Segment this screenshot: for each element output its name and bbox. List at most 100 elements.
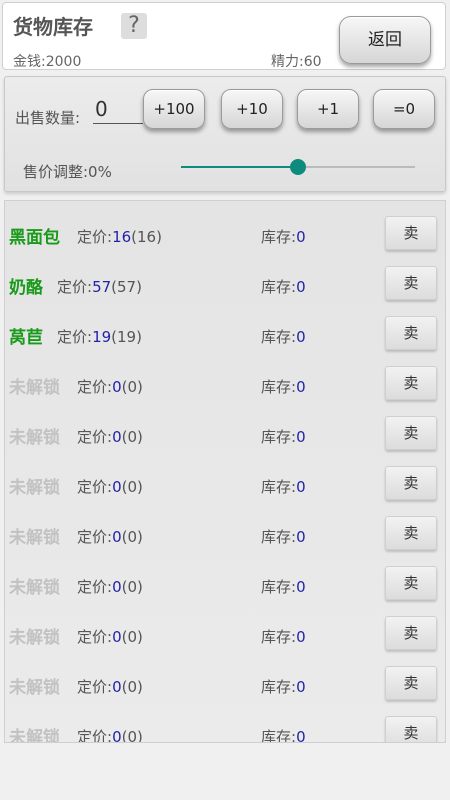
sell-button[interactable]: 卖 xyxy=(385,266,437,300)
list-item: 黑面包 定价:16(16) 库存:0 卖 xyxy=(5,206,445,256)
list-item: 未解锁 定价:0(0) 库存:0 卖 xyxy=(5,556,445,606)
sell-button[interactable]: 卖 xyxy=(385,716,437,742)
base-price-value: 0 xyxy=(127,378,138,396)
price-label: 定价: xyxy=(57,328,93,346)
item-stock: 库存:0 xyxy=(261,576,306,597)
list-item: 莴苣 定价:19(19) 库存:0 卖 xyxy=(5,306,445,356)
item-price: 定价:19(19) xyxy=(57,326,142,347)
item-stock: 库存:0 xyxy=(261,676,306,697)
item-name: 未解锁 xyxy=(9,428,60,448)
price-label: 定价: xyxy=(77,228,113,246)
base-price-value: 0 xyxy=(127,628,138,646)
energy-display: 精力:60 xyxy=(271,54,322,70)
price-value: 19 xyxy=(92,328,112,346)
item-name: 未解锁 xyxy=(9,478,60,498)
price-label: 定价: xyxy=(77,428,113,446)
item-price: 定价:0(0) xyxy=(77,526,143,547)
list-item: 未解锁 定价:0(0) 库存:0 卖 xyxy=(5,706,445,743)
price-value: 57 xyxy=(92,278,112,296)
sell-button[interactable]: 卖 xyxy=(385,466,437,500)
list-item: 未解锁 定价:0(0) 库存:0 卖 xyxy=(5,656,445,706)
base-price-close: ) xyxy=(137,378,143,396)
sell-button[interactable]: 卖 xyxy=(385,516,437,550)
price-label: 定价: xyxy=(77,578,113,596)
add-10-button[interactable]: +10 xyxy=(221,89,283,129)
item-stock: 库存:0 xyxy=(261,426,306,447)
list-item: 未解锁 定价:0(0) 库存:0 卖 xyxy=(5,506,445,556)
stock-label: 库存: xyxy=(261,278,297,296)
stock-value: 0 xyxy=(296,428,306,446)
item-stock: 库存:0 xyxy=(261,726,306,742)
list-item: 未解锁 定价:0(0) 库存:0 卖 xyxy=(5,406,445,456)
item-price: 定价:0(0) xyxy=(77,426,143,447)
sell-button[interactable]: 卖 xyxy=(385,666,437,700)
add-1-button[interactable]: +1 xyxy=(297,89,359,129)
list-item: 未解锁 定价:0(0) 库存:0 卖 xyxy=(5,606,445,656)
base-price-value: 0 xyxy=(127,578,138,596)
stock-label: 库存: xyxy=(261,428,297,446)
base-price-value: 57 xyxy=(117,278,137,296)
item-stock: 库存:0 xyxy=(261,526,306,547)
sell-button[interactable]: 卖 xyxy=(385,416,437,450)
price-value: 0 xyxy=(112,628,122,646)
base-price-close: ) xyxy=(156,228,162,246)
sell-quantity-label: 出售数量: xyxy=(15,109,81,127)
item-name: 未解锁 xyxy=(9,528,60,548)
stock-value: 0 xyxy=(296,478,306,496)
back-button[interactable]: 返回 xyxy=(339,16,431,64)
stock-label: 库存: xyxy=(261,378,297,396)
base-price-value: 19 xyxy=(117,328,137,346)
price-value: 0 xyxy=(112,528,122,546)
price-label: 定价: xyxy=(77,478,113,496)
item-name: 未解锁 xyxy=(9,578,60,598)
base-price-value: 0 xyxy=(127,428,138,446)
header-panel: 货物库存 ? 金钱:2000 精力:60 返回 xyxy=(2,2,446,70)
sell-controls-panel: 出售数量: +100 +10 +1 =0 售价调整:0% xyxy=(4,76,446,192)
slider-thumb[interactable] xyxy=(290,159,306,175)
item-price: 定价:0(0) xyxy=(77,476,143,497)
sell-button[interactable]: 卖 xyxy=(385,366,437,400)
stock-value: 0 xyxy=(296,278,306,296)
item-stock: 库存:0 xyxy=(261,226,306,247)
sell-button[interactable]: 卖 xyxy=(385,316,437,350)
price-label: 定价: xyxy=(77,678,113,696)
price-value: 0 xyxy=(112,678,122,696)
list-item: 未解锁 定价:0(0) 库存:0 卖 xyxy=(5,356,445,406)
item-name: 莴苣 xyxy=(9,328,43,348)
item-price: 定价:0(0) xyxy=(77,376,143,397)
base-price-close: ) xyxy=(137,678,143,696)
price-label: 定价: xyxy=(77,378,113,396)
item-stock: 库存:0 xyxy=(261,476,306,497)
item-price: 定价:0(0) xyxy=(77,576,143,597)
item-stock: 库存:0 xyxy=(261,626,306,647)
question-mark-icon[interactable]: ? xyxy=(121,13,147,39)
item-stock: 库存:0 xyxy=(261,326,306,347)
slider-fill xyxy=(181,166,298,168)
sell-button[interactable]: 卖 xyxy=(385,566,437,600)
list-item: 奶酪 定价:57(57) 库存:0 卖 xyxy=(5,256,445,306)
sell-button[interactable]: 卖 xyxy=(385,616,437,650)
item-stock: 库存:0 xyxy=(261,276,306,297)
price-adjust-slider[interactable] xyxy=(181,159,415,175)
item-name: 未解锁 xyxy=(9,628,60,648)
goods-list[interactable]: 黑面包 定价:16(16) 库存:0 卖奶酪 定价:57(57) 库存:0 卖莴苣 定价:19… xyxy=(4,200,446,743)
stock-value: 0 xyxy=(296,578,306,596)
base-price-close: ) xyxy=(137,528,143,546)
base-price-close: ) xyxy=(137,428,143,446)
item-name: 黑面包 xyxy=(9,228,60,248)
base-price-close: ) xyxy=(137,628,143,646)
add-100-button[interactable]: +100 xyxy=(143,89,205,129)
base-price-value: 0 xyxy=(127,528,138,546)
sell-quantity-input[interactable] xyxy=(93,95,143,124)
stock-value: 0 xyxy=(296,378,306,396)
base-price-value: 16 xyxy=(137,228,157,246)
item-name: 奶酪 xyxy=(9,278,43,298)
item-price: 定价:0(0) xyxy=(77,626,143,647)
price-adjust-label: 售价调整:0% xyxy=(23,163,112,181)
item-stock: 库存:0 xyxy=(261,376,306,397)
reset-zero-button[interactable]: =0 xyxy=(373,89,435,129)
stock-value: 0 xyxy=(296,528,306,546)
base-price-value: 0 xyxy=(127,728,138,743)
sell-button[interactable]: 卖 xyxy=(385,216,437,250)
item-price: 定价:0(0) xyxy=(77,676,143,697)
